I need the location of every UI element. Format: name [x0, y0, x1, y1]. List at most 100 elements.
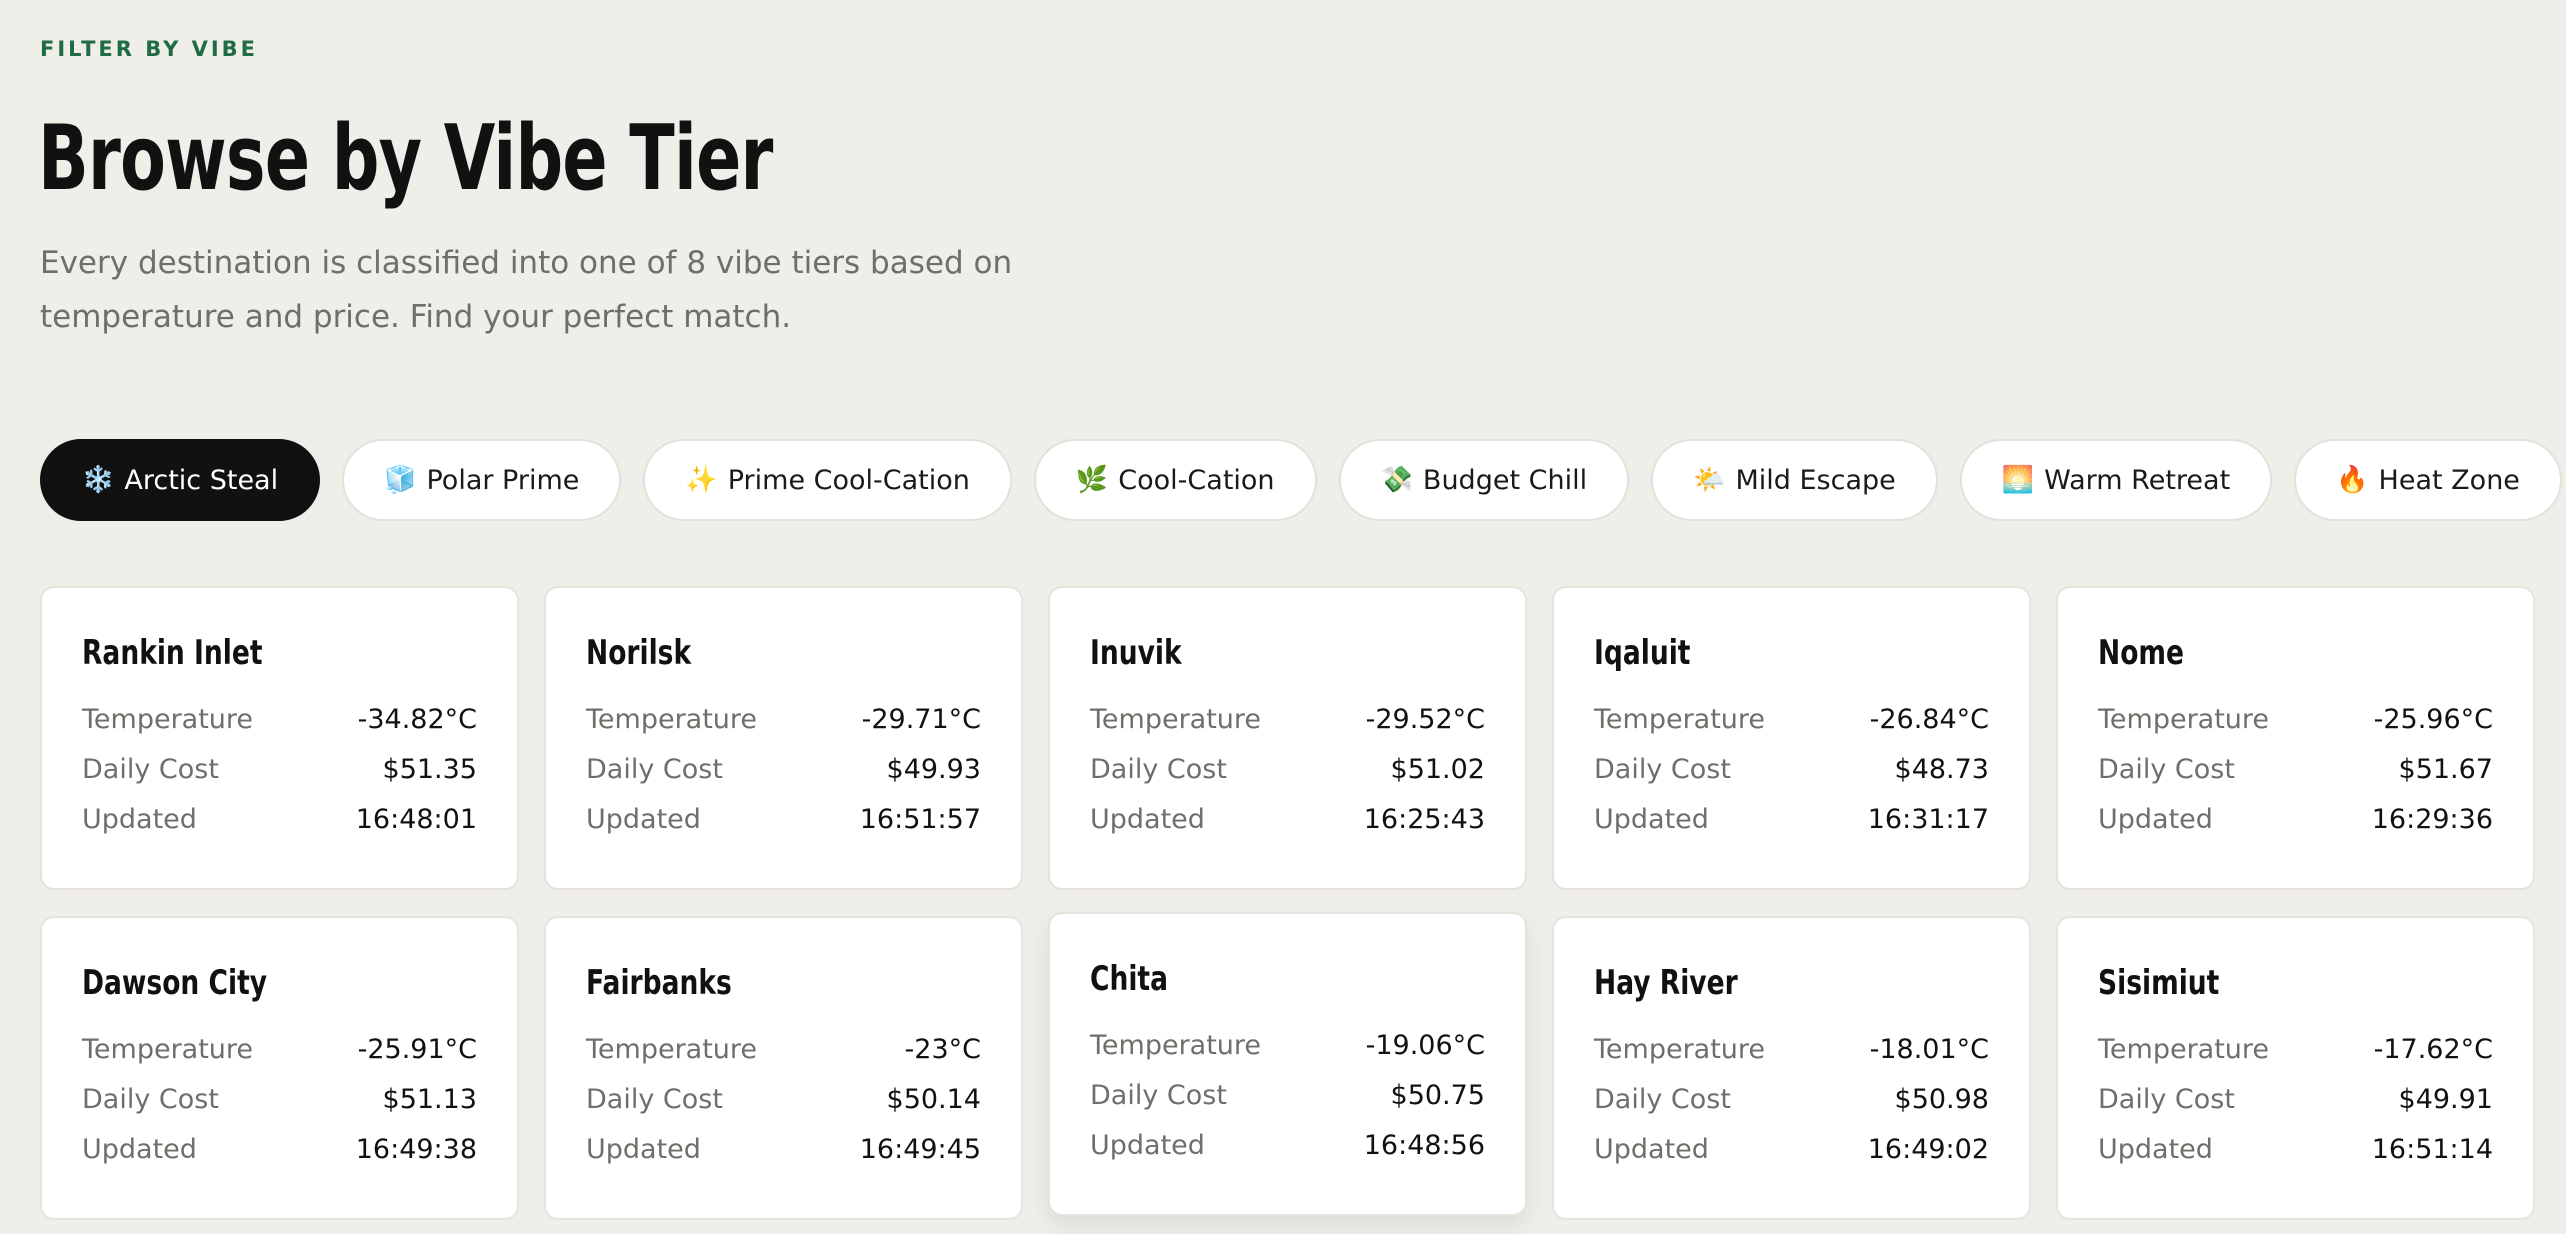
- temperature-value: -29.71°C: [861, 703, 981, 735]
- daily-cost-value: $50.98: [1894, 1083, 1989, 1115]
- temperature-value: -25.96°C: [2373, 703, 2493, 735]
- daily-cost-label: Daily Cost: [586, 753, 723, 785]
- destination-card[interactable]: Hay River Temperature -18.01°C Daily Cost…: [1552, 916, 2031, 1220]
- sunrise-icon: 🌅: [2001, 465, 2035, 495]
- updated-row: Updated 16:51:57: [586, 794, 981, 844]
- temperature-label: Temperature: [1090, 703, 1262, 735]
- daily-cost-row: Daily Cost $49.93: [586, 744, 981, 794]
- temperature-label: Temperature: [586, 703, 758, 735]
- destination-name: Inuvik: [1090, 633, 1182, 673]
- tab-heat-zone[interactable]: 🔥 Heat Zone: [2294, 439, 2562, 521]
- temperature-label: Temperature: [1090, 1029, 1262, 1061]
- updated-label: Updated: [1090, 803, 1205, 835]
- herb-icon: 🌿: [1075, 465, 1109, 495]
- temperature-row: Temperature -17.62°C: [2098, 1024, 2493, 1074]
- sun-behind-cloud-icon: 🌤️: [1693, 465, 1726, 495]
- destination-name: Fairbanks: [586, 963, 732, 1003]
- tab-label: Cool-Cation: [1118, 464, 1275, 496]
- temperature-row: Temperature -29.52°C: [1090, 694, 1485, 744]
- destination-name: Chita: [1090, 959, 1169, 999]
- destination-card[interactable]: Nome Temperature -25.96°C Daily Cost $51.6…: [2056, 586, 2535, 890]
- updated-label: Updated: [2098, 803, 2213, 835]
- updated-value: 16:49:38: [355, 1133, 477, 1165]
- destination-card[interactable]: Inuvik Temperature -29.52°C Daily Cost $51…: [1048, 586, 1527, 890]
- ice-cube-icon: 🧊: [384, 465, 417, 495]
- destination-card[interactable]: Fairbanks Temperature -23°C Daily Cost $50…: [544, 916, 1023, 1220]
- destination-card[interactable]: Sisimiut Temperature -17.62°C Daily Cost $…: [2056, 916, 2535, 1220]
- updated-value: 16:49:45: [859, 1133, 981, 1165]
- updated-value: 16:25:43: [1363, 803, 1485, 835]
- temperature-value: -19.06°C: [1365, 1029, 1485, 1061]
- destination-name: Sisimiut: [2098, 963, 2220, 1003]
- destination-name: Norilsk: [586, 633, 692, 673]
- temperature-value: -26.84°C: [1869, 703, 1989, 735]
- temperature-label: Temperature: [82, 1033, 254, 1065]
- tab-cool-cation[interactable]: 🌿 Cool-Cation: [1033, 439, 1317, 521]
- daily-cost-value: $49.91: [2398, 1083, 2493, 1115]
- daily-cost-label: Daily Cost: [82, 1083, 219, 1115]
- updated-value: 16:48:01: [355, 803, 477, 835]
- temperature-row: Temperature -23°C: [586, 1024, 981, 1074]
- updated-row: Updated 16:49:38: [82, 1124, 477, 1174]
- tab-label: Polar Prime: [426, 464, 580, 496]
- temperature-value: -25.91°C: [357, 1033, 477, 1065]
- daily-cost-row: Daily Cost $49.91: [2098, 1074, 2493, 1124]
- destination-name: Hay River: [1594, 963, 1738, 1003]
- updated-label: Updated: [2098, 1133, 2213, 1165]
- temperature-row: Temperature -25.91°C: [82, 1024, 477, 1074]
- daily-cost-value: $51.67: [2398, 753, 2493, 785]
- tab-polar-prime[interactable]: 🧊 Polar Prime: [342, 439, 622, 521]
- temperature-value: -17.62°C: [2373, 1033, 2493, 1065]
- temperature-value: -29.52°C: [1365, 703, 1485, 735]
- destination-card[interactable]: Norilsk Temperature -29.71°C Daily Cost $4…: [544, 586, 1023, 890]
- updated-label: Updated: [586, 1133, 701, 1165]
- daily-cost-value: $51.35: [382, 753, 477, 785]
- tab-budget-chill[interactable]: 💸 Budget Chill: [1338, 439, 1630, 521]
- destination-card[interactable]: Rankin Inlet Temperature -34.82°C Daily C…: [40, 586, 519, 890]
- temperature-label: Temperature: [82, 703, 254, 735]
- temperature-row: Temperature -26.84°C: [1594, 694, 1989, 744]
- daily-cost-row: Daily Cost $48.73: [1594, 744, 1989, 794]
- destination-card[interactable]: Chita Temperature -19.06°C Daily Cost $50.…: [1048, 912, 1527, 1216]
- daily-cost-value: $50.14: [886, 1083, 981, 1115]
- updated-row: Updated 16:51:14: [2098, 1124, 2493, 1174]
- updated-row: Updated 16:49:02: [1594, 1124, 1989, 1174]
- tab-label: Warm Retreat: [2044, 464, 2231, 496]
- updated-value: 16:51:14: [2371, 1133, 2493, 1165]
- tab-mild-escape[interactable]: 🌤️ Mild Escape: [1651, 439, 1938, 521]
- daily-cost-row: Daily Cost $50.98: [1594, 1074, 1989, 1124]
- updated-value: 16:31:17: [1867, 803, 1989, 835]
- temperature-label: Temperature: [2098, 703, 2270, 735]
- tab-arctic-steal[interactable]: ❄️ Arctic Steal: [40, 439, 321, 521]
- daily-cost-value: $51.02: [1390, 753, 1485, 785]
- daily-cost-label: Daily Cost: [586, 1083, 723, 1115]
- temperature-label: Temperature: [586, 1033, 758, 1065]
- destination-card[interactable]: Iqaluit Temperature -26.84°C Daily Cost $4…: [1552, 586, 2031, 890]
- vibe-tier-tabs: ❄️ Arctic Steal 🧊 Polar Prime ✨ Prime Co…: [40, 439, 2562, 521]
- temperature-label: Temperature: [2098, 1033, 2270, 1065]
- tab-label: Heat Zone: [2378, 464, 2520, 496]
- tab-label: Prime Cool-Cation: [727, 464, 970, 496]
- tab-warm-retreat[interactable]: 🌅 Warm Retreat: [1959, 439, 2273, 521]
- destination-name: Dawson City: [82, 963, 268, 1003]
- updated-row: Updated 16:48:01: [82, 794, 477, 844]
- tab-prime-cool-cation[interactable]: ✨ Prime Cool-Cation: [643, 439, 1012, 521]
- updated-row: Updated 16:31:17: [1594, 794, 1989, 844]
- updated-row: Updated 16:49:45: [586, 1124, 981, 1174]
- page-title: Browse by Vibe Tier: [38, 106, 773, 211]
- updated-row: Updated 16:29:36: [2098, 794, 2493, 844]
- updated-row: Updated 16:25:43: [1090, 794, 1485, 844]
- daily-cost-label: Daily Cost: [2098, 1083, 2235, 1115]
- updated-value: 16:48:56: [1363, 1129, 1485, 1161]
- temperature-label: Temperature: [1594, 1033, 1766, 1065]
- fire-icon: 🔥: [2336, 465, 2369, 495]
- updated-label: Updated: [1594, 1133, 1709, 1165]
- daily-cost-label: Daily Cost: [82, 753, 219, 785]
- daily-cost-value: $48.73: [1894, 753, 1989, 785]
- page-description: Every destination is classified into one…: [40, 245, 1013, 335]
- section-eyebrow: FILTER BY VIBE: [40, 37, 259, 61]
- destination-grid: Rankin Inlet Temperature -34.82°C Daily C…: [40, 586, 2535, 1220]
- destination-card[interactable]: Dawson City Temperature -25.91°C Daily Co…: [40, 916, 519, 1220]
- temperature-row: Temperature -25.96°C: [2098, 694, 2493, 744]
- daily-cost-row: Daily Cost $51.02: [1090, 744, 1485, 794]
